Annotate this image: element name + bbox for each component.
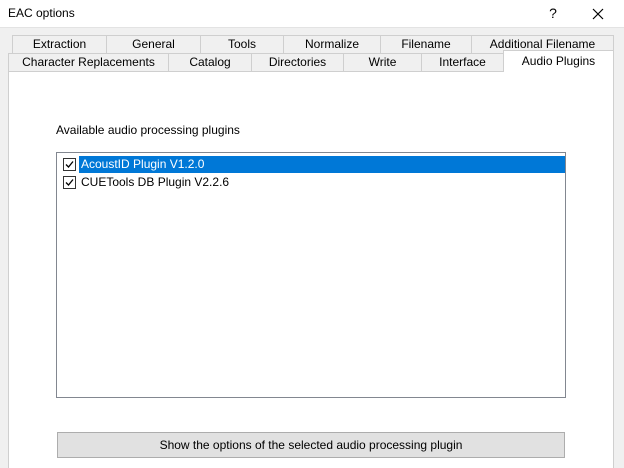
eac-options-dialog: EAC options ? Extraction General Tools N… — [0, 0, 624, 468]
list-item[interactable]: CUETools DB Plugin V2.2.6 — [59, 174, 565, 191]
tab-audio-plugins[interactable]: Audio Plugins — [503, 50, 614, 72]
plugins-section-label: Available audio processing plugins — [56, 123, 240, 137]
plugin-label: CUETools DB Plugin V2.2.6 — [81, 175, 230, 189]
close-icon — [592, 8, 604, 20]
plugin-list[interactable]: AcoustID Plugin V1.2.0 CUETools DB Plugi… — [56, 152, 566, 398]
tab-extraction[interactable]: Extraction — [12, 35, 107, 54]
tab-catalog[interactable]: Catalog — [168, 53, 252, 72]
tab-general[interactable]: General — [106, 35, 201, 54]
tab-directories[interactable]: Directories — [251, 53, 344, 72]
checkmark-icon — [65, 179, 74, 186]
tab-normalize[interactable]: Normalize — [283, 35, 381, 54]
tab-tools[interactable]: Tools — [200, 35, 284, 54]
title-bar: EAC options ? — [0, 0, 624, 28]
plugin-label: AcoustID Plugin V1.2.0 — [79, 156, 565, 173]
show-plugin-options-button[interactable]: Show the options of the selected audio p… — [57, 432, 565, 458]
tab-write[interactable]: Write — [343, 53, 422, 72]
plugin-checkbox[interactable] — [63, 176, 76, 189]
tab-interface[interactable]: Interface — [421, 53, 504, 72]
checkmark-icon — [65, 161, 74, 168]
list-item[interactable]: AcoustID Plugin V1.2.0 — [59, 156, 565, 173]
help-button[interactable]: ? — [536, 0, 570, 27]
close-button[interactable] — [580, 0, 616, 27]
window-title: EAC options — [8, 6, 75, 20]
plugin-checkbox[interactable] — [63, 158, 76, 171]
tab-character-replacements[interactable]: Character Replacements — [8, 53, 169, 72]
tab-filename[interactable]: Filename — [380, 35, 472, 54]
